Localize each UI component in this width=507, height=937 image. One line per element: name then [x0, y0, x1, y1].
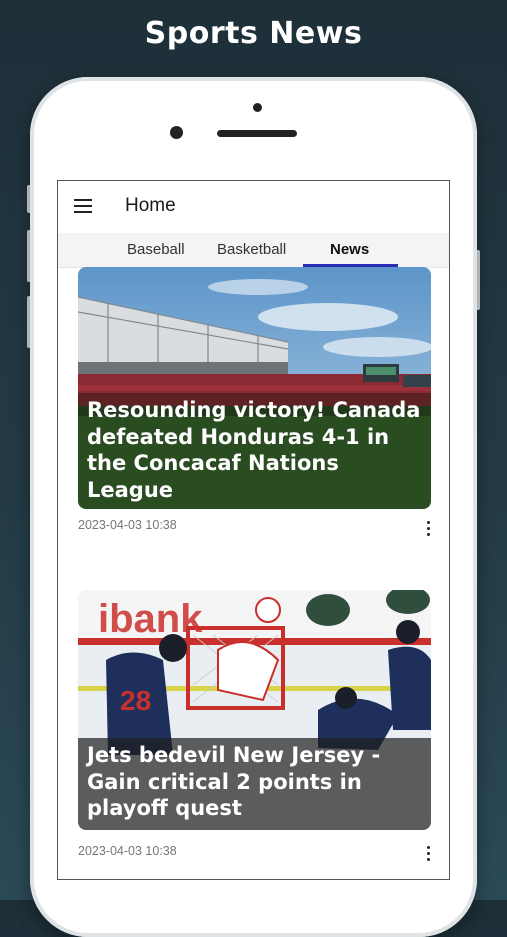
category-tabs: Baseball Basketball News: [58, 233, 449, 268]
earpiece-speaker: [217, 130, 297, 137]
app-bar: Home: [58, 181, 449, 233]
front-camera: [253, 103, 262, 112]
svg-text:28: 28: [120, 685, 151, 716]
article-card[interactable]: ibank 28 Jets bedevil New Jersey - Gain …: [78, 590, 431, 830]
more-options-icon[interactable]: [425, 521, 431, 537]
article-timestamp: 2023-04-03 10:38: [78, 844, 177, 858]
app-screen: Home Baseball Basketball News Resounding…: [57, 180, 450, 880]
tab-basketball[interactable]: Basketball: [217, 241, 286, 258]
promo-title: Sports News: [144, 16, 363, 51]
tab-baseball[interactable]: Baseball: [127, 241, 185, 258]
hamburger-menu-icon[interactable]: [74, 199, 94, 213]
page-title: Home: [125, 195, 176, 216]
tab-news[interactable]: News: [330, 241, 369, 258]
article-timestamp: 2023-04-03 10:38: [78, 518, 177, 532]
article-headline[interactable]: Jets bedevil New Jersey - Gain critical …: [78, 738, 431, 830]
proximity-sensor: [170, 126, 183, 139]
article-headline[interactable]: Resounding victory! Canada defeated Hond…: [78, 393, 431, 509]
more-options-icon[interactable]: [425, 846, 431, 862]
article-card[interactable]: Resounding victory! Canada defeated Hond…: [78, 267, 431, 509]
